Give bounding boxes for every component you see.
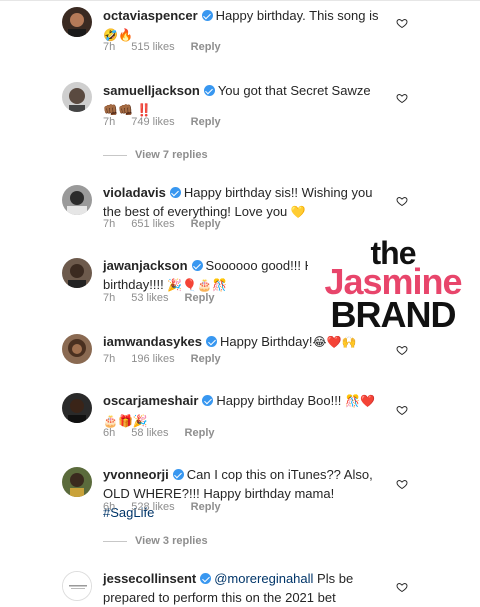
comment-time: 6h <box>103 427 116 439</box>
view-replies-button[interactable]: View 7 replies <box>103 149 208 161</box>
comment-body: yvonneorji Can I cop this on iTunes?? Als… <box>103 465 388 522</box>
avatar[interactable] <box>62 185 92 215</box>
comment-likes[interactable]: 515 likes <box>131 41 174 53</box>
avatar[interactable] <box>62 258 92 288</box>
comment-body: samuelljackson You got that Secret Sawze … <box>103 81 388 120</box>
like-heart-icon[interactable] <box>396 195 408 207</box>
avatar[interactable] <box>62 467 92 497</box>
reply-button[interactable]: Reply <box>191 218 221 230</box>
verified-badge-icon <box>206 336 218 347</box>
avatar[interactable] <box>62 334 92 364</box>
comment-username[interactable]: samuelljackson <box>103 83 200 98</box>
comment-meta: 6h 528 likes Reply <box>103 501 237 513</box>
reply-button[interactable]: Reply <box>185 292 215 304</box>
comment-time: 7h <box>103 292 116 304</box>
comment-username[interactable]: octaviaspencer <box>103 8 198 23</box>
comment-emoji: 🤣🔥 <box>103 28 133 42</box>
verified-badge-icon <box>200 573 212 584</box>
verified-badge-icon <box>203 85 215 96</box>
comment-meta: 7h 651 likes Reply <box>103 218 237 230</box>
view-replies-label[interactable]: View 3 replies <box>135 535 208 547</box>
watermark-brand: BRAND <box>330 294 457 335</box>
reply-button[interactable]: Reply <box>191 353 221 365</box>
comment-time: 6h <box>103 501 116 513</box>
comment-time: 7h <box>103 116 116 128</box>
reply-button[interactable]: Reply <box>191 116 221 128</box>
like-heart-icon[interactable] <box>396 17 408 29</box>
comment-body: octaviaspencer Happy birthday. This song … <box>103 6 388 45</box>
comment-username[interactable]: jawanjackson <box>103 258 188 273</box>
comment-emoji: 😂❤️🙌 <box>312 335 357 349</box>
comment-meta: 7h 515 likes Reply <box>103 41 237 53</box>
replies-divider-line <box>103 154 127 156</box>
comment-likes[interactable]: 528 likes <box>131 501 174 513</box>
comment-meta: 7h 196 likes Reply <box>103 353 237 365</box>
comment-username[interactable]: oscarjameshair <box>103 393 198 408</box>
avatar[interactable] <box>62 82 92 112</box>
comment-body: violadavis Happy birthday sis!! Wishing y… <box>103 183 388 222</box>
comment-time: 7h <box>103 41 116 53</box>
comment-meta: 7h 749 likes Reply <box>103 116 237 128</box>
like-heart-icon[interactable] <box>396 581 408 593</box>
top-divider <box>0 0 480 1</box>
comment-mention[interactable]: @morereginahall <box>214 571 313 586</box>
comment-likes[interactable]: 196 likes <box>131 353 174 365</box>
comment-text: Happy birthday. This song is <box>215 8 379 23</box>
comment-username[interactable]: yvonneorji <box>103 467 169 482</box>
comment-time: 7h <box>103 218 116 230</box>
comment-emoji: 🎉🎈🎂🎊 <box>167 278 228 292</box>
comment-text: Happy Birthday! <box>220 334 313 349</box>
comment-text: You got that Secret Sawze <box>217 83 371 98</box>
like-heart-icon[interactable] <box>396 404 408 416</box>
comment-body: jessecollinsent @morereginahall Pls be pr… <box>103 569 388 607</box>
comment-meta: 7h 53 likes Reply <box>103 292 231 304</box>
reply-button[interactable]: Reply <box>191 41 221 53</box>
verified-badge-icon <box>201 10 213 21</box>
verified-badge-icon <box>169 187 181 198</box>
reply-button[interactable]: Reply <box>185 427 215 439</box>
like-heart-icon[interactable] <box>396 478 408 490</box>
comment-username[interactable]: iamwandasykes <box>103 334 202 349</box>
avatar[interactable] <box>62 393 92 423</box>
like-heart-icon[interactable] <box>396 344 408 356</box>
verified-badge-icon <box>172 469 184 480</box>
comment-body: oscarjameshair Happy birthday Boo!!! 🎊❤️🎂… <box>103 391 388 431</box>
comment-meta: 6h 58 likes Reply <box>103 427 231 439</box>
jasmine-brand-watermark: the Jasmine BRAND <box>308 236 478 336</box>
replies-divider-line <box>103 540 127 542</box>
comment-emoji: 💛 <box>290 205 306 219</box>
comment-username[interactable]: jessecollinsent <box>103 571 196 586</box>
comment-text: Happy birthday Boo!!! <box>216 393 342 408</box>
comment-likes[interactable]: 749 likes <box>131 116 174 128</box>
comment-likes[interactable]: 651 likes <box>131 218 174 230</box>
verified-badge-icon <box>202 395 214 406</box>
view-replies-label[interactable]: View 7 replies <box>135 149 208 161</box>
verified-badge-icon <box>191 260 203 271</box>
avatar[interactable] <box>62 7 92 37</box>
view-replies-button[interactable]: View 3 replies <box>103 535 208 547</box>
reply-button[interactable]: Reply <box>191 501 221 513</box>
like-heart-icon[interactable] <box>396 92 408 104</box>
comment-username[interactable]: violadavis <box>103 185 166 200</box>
avatar[interactable] <box>62 571 92 601</box>
comment-likes[interactable]: 53 likes <box>131 292 168 304</box>
comment-emoji: 👊🏾👊🏾 ‼️ <box>103 103 152 117</box>
comment-likes[interactable]: 58 likes <box>131 427 168 439</box>
comment-time: 7h <box>103 353 116 365</box>
